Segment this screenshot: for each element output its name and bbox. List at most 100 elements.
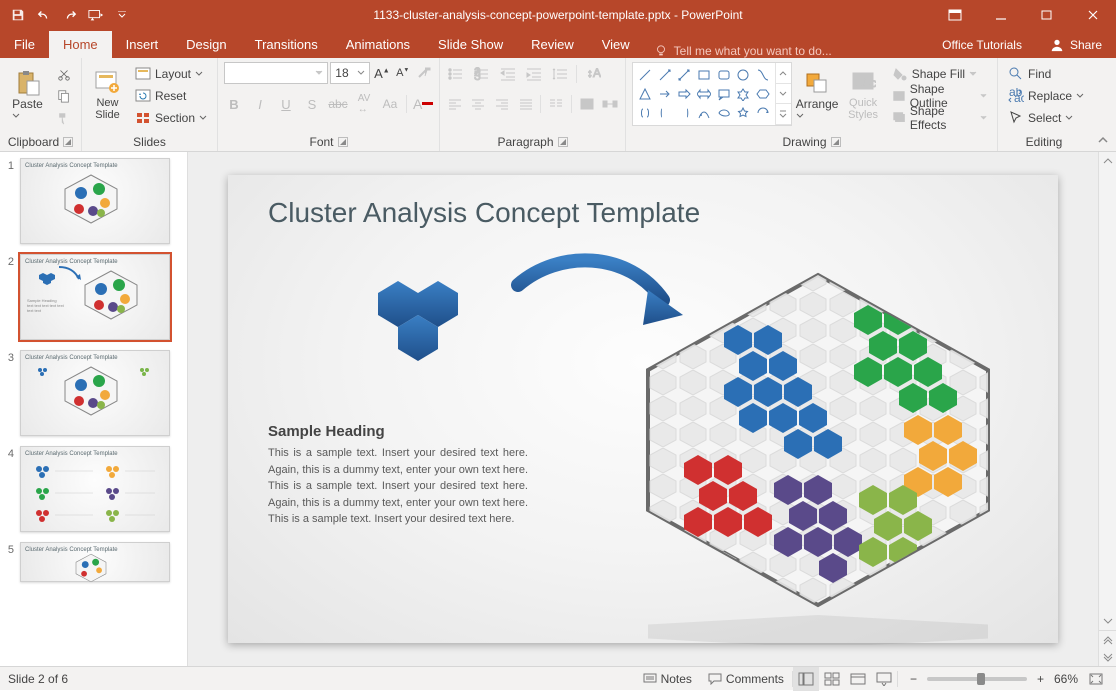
redo-button[interactable] (58, 3, 82, 27)
justify-button[interactable] (517, 94, 535, 114)
find-button[interactable]: Find (1004, 64, 1088, 84)
layout-button[interactable]: Layout (131, 64, 211, 84)
tab-file[interactable]: File (0, 31, 49, 58)
zoom-level[interactable]: 66% (1054, 672, 1078, 686)
shape-fill-button[interactable]: Shape Fill (888, 64, 991, 84)
change-case-button[interactable]: Aa (380, 94, 400, 114)
tab-transitions[interactable]: Transitions (241, 31, 332, 58)
maximize-button[interactable] (1024, 0, 1070, 30)
font-name-combo[interactable] (224, 62, 328, 84)
slide-canvas[interactable]: Cluster Analysis Concept Template Sample… (188, 152, 1098, 666)
hexagon-cluster-graphic[interactable] (618, 265, 1018, 645)
shapes-scroll-up[interactable] (776, 63, 791, 84)
quick-styles-button[interactable]: Abc Quick Styles (842, 62, 883, 128)
line-spacing-button[interactable] (550, 64, 570, 84)
prev-slide-button[interactable] (1099, 630, 1116, 648)
increase-font-button[interactable]: A▲ (372, 63, 391, 83)
undo-button[interactable] (32, 3, 56, 27)
close-button[interactable] (1070, 0, 1116, 30)
reading-view-button[interactable] (845, 667, 871, 691)
clear-formatting-button[interactable] (414, 63, 433, 83)
share-button[interactable]: Share (1036, 32, 1116, 58)
text-direction-button[interactable]: ↕A (583, 64, 603, 84)
format-painter-button[interactable] (53, 108, 75, 128)
vertical-scrollbar[interactable] (1098, 152, 1116, 666)
align-left-button[interactable] (446, 94, 464, 114)
next-slide-button[interactable] (1099, 648, 1116, 666)
drawing-dialog-launcher[interactable] (831, 137, 841, 147)
underline-button[interactable]: U (276, 94, 296, 114)
copy-button[interactable] (53, 86, 75, 106)
sample-heading[interactable]: Sample Heading (268, 423, 385, 440)
reset-button[interactable]: Reset (131, 86, 211, 106)
smartart-button[interactable] (601, 94, 619, 114)
shapes-expand[interactable] (776, 104, 791, 125)
align-right-button[interactable] (493, 94, 511, 114)
shapes-scroll-down[interactable] (776, 84, 791, 105)
tab-animations[interactable]: Animations (332, 31, 424, 58)
zoom-out-button[interactable]: − (906, 667, 921, 691)
normal-view-button[interactable] (793, 667, 819, 691)
character-spacing-button[interactable]: AV↔ (354, 94, 374, 114)
columns-button[interactable] (547, 94, 565, 114)
thumbnail-5[interactable]: 5Cluster Analysis Concept Template (4, 542, 179, 582)
comments-button[interactable]: Comments (700, 667, 792, 691)
slideshow-view-button[interactable] (871, 667, 897, 691)
decrease-indent-button[interactable] (498, 64, 518, 84)
font-dialog-launcher[interactable] (338, 137, 348, 147)
thumbnail-3[interactable]: 3Cluster Analysis Concept Template (4, 350, 179, 436)
zoom-in-button[interactable]: + (1033, 667, 1048, 691)
strikethrough-button[interactable]: abc (328, 94, 348, 114)
slide-thumbnails-panel[interactable]: 1Cluster Analysis Concept Template 2Clus… (0, 152, 188, 666)
thumbnail-2[interactable]: 2Cluster Analysis Concept TemplateSample… (4, 254, 179, 340)
save-button[interactable] (6, 3, 30, 27)
thumbnail-4[interactable]: 4Cluster Analysis Concept Template (4, 446, 179, 532)
align-text-button[interactable] (578, 94, 596, 114)
scroll-down-button[interactable] (1099, 612, 1116, 630)
align-center-button[interactable] (470, 94, 488, 114)
slide-title[interactable]: Cluster Analysis Concept Template (268, 197, 700, 229)
new-slide-button[interactable]: New Slide (88, 62, 127, 128)
scroll-track[interactable] (1099, 170, 1116, 612)
cut-button[interactable] (53, 64, 75, 84)
office-tutorials-link[interactable]: Office Tutorials (928, 32, 1036, 58)
numbering-button[interactable]: 123 (472, 64, 492, 84)
shape-outline-button[interactable]: Shape Outline (888, 86, 991, 106)
tab-home[interactable]: Home (49, 31, 112, 58)
arrange-button[interactable]: Arrange (796, 62, 839, 128)
paste-button[interactable]: Paste (6, 62, 49, 128)
fit-to-window-button[interactable] (1084, 667, 1108, 691)
decrease-font-button[interactable]: A▼ (393, 63, 412, 83)
replace-button[interactable]: abacReplace (1004, 86, 1088, 106)
tab-insert[interactable]: Insert (112, 31, 173, 58)
increase-indent-button[interactable] (524, 64, 544, 84)
minimize-button[interactable] (978, 0, 1024, 30)
start-from-beginning-button[interactable] (84, 3, 108, 27)
qat-customize-button[interactable] (110, 3, 134, 27)
thumbnail-1[interactable]: 1Cluster Analysis Concept Template (4, 158, 179, 244)
shape-effects-button[interactable]: Shape Effects (888, 108, 991, 128)
clipboard-dialog-launcher[interactable] (63, 137, 73, 147)
bullets-button[interactable] (446, 64, 466, 84)
section-button[interactable]: Section (131, 108, 211, 128)
shapes-gallery[interactable] (632, 62, 792, 126)
collapse-ribbon-button[interactable] (1090, 58, 1116, 151)
hex-trio-icon[interactable] (368, 275, 478, 375)
tell-me-search[interactable]: Tell me what you want to do... (644, 44, 842, 58)
shadow-button[interactable]: S (302, 94, 322, 114)
notes-button[interactable]: Notes (635, 667, 700, 691)
tab-review[interactable]: Review (517, 31, 588, 58)
tab-design[interactable]: Design (172, 31, 240, 58)
font-color-button[interactable]: A (413, 94, 433, 114)
tab-slideshow[interactable]: Slide Show (424, 31, 517, 58)
font-size-combo[interactable]: 18 (330, 62, 370, 84)
tab-view[interactable]: View (588, 31, 644, 58)
bold-button[interactable]: B (224, 94, 244, 114)
paragraph-dialog-launcher[interactable] (558, 137, 568, 147)
scroll-up-button[interactable] (1099, 152, 1116, 170)
select-button[interactable]: Select (1004, 108, 1088, 128)
slide-sorter-view-button[interactable] (819, 667, 845, 691)
zoom-slider[interactable] (927, 677, 1027, 681)
ribbon-display-options-button[interactable] (932, 0, 978, 30)
italic-button[interactable]: I (250, 94, 270, 114)
